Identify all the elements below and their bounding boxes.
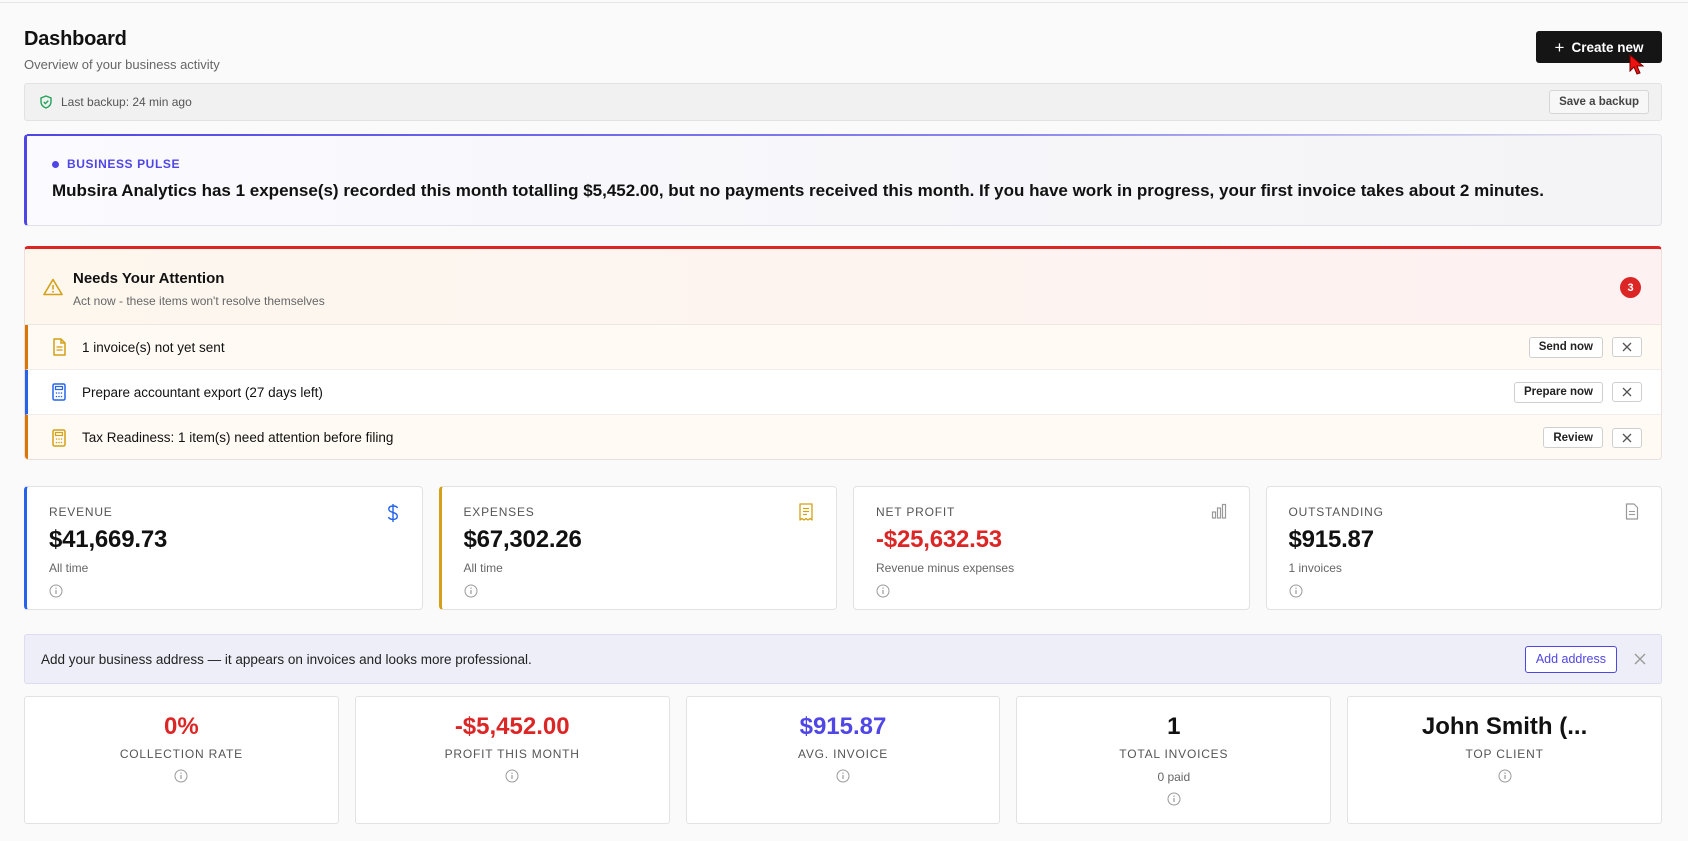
attention-item-actions: Send now	[1528, 336, 1642, 358]
metric-value: $915.87	[799, 713, 887, 740]
attention-header: Needs Your Attention Act now - these ite…	[25, 249, 1661, 325]
stat-label: EXPENSES	[463, 505, 535, 519]
metric-label: TOTAL INVOICES	[1119, 747, 1229, 761]
attention-item-text: Prepare accountant export (27 days left)	[82, 384, 323, 400]
info-icon[interactable]	[1498, 769, 1512, 783]
close-icon	[1622, 433, 1632, 442]
save-backup-button[interactable]: Save a backup	[1549, 90, 1649, 114]
document-icon	[53, 338, 66, 356]
info-icon[interactable]	[876, 584, 890, 598]
top-divider	[0, 2, 1688, 3]
prepare-now-button[interactable]: Prepare now	[1513, 381, 1603, 403]
address-banner: Add your business address — it appears o…	[24, 634, 1662, 684]
attention-item: Tax Readiness: 1 item(s) need attention …	[25, 415, 1661, 459]
metric-value: 1	[1167, 713, 1181, 740]
metric-value: John Smith (...	[1421, 713, 1588, 740]
stat-value: $915.87	[1288, 526, 1375, 553]
info-icon[interactable]	[505, 769, 519, 783]
metric-value: 0%	[164, 713, 199, 740]
calculator-icon	[52, 383, 66, 401]
review-button[interactable]: Review	[1543, 427, 1603, 448]
pulse-message: Mubsira Analytics has 1 expense(s) recor…	[52, 181, 1544, 200]
attention-item: 1 invoice(s) not yet sent Send now	[25, 325, 1661, 370]
add-address-button[interactable]: Add address	[1524, 645, 1617, 673]
stat-value: $67,302.26	[463, 526, 582, 553]
needs-attention-panel: Needs Your Attention Act now - these ite…	[24, 246, 1662, 460]
close-icon	[1622, 387, 1632, 397]
attention-count-badge: 3	[1620, 277, 1641, 298]
dismiss-button[interactable]	[1612, 382, 1642, 402]
stat-label: NET PROFIT	[876, 505, 956, 519]
outstanding-card[interactable]: OUTSTANDING $915.87 1 invoices	[1265, 486, 1662, 610]
create-new-label: Create new	[1571, 39, 1644, 55]
net-profit-card[interactable]: NET PROFIT -$25,632.53 Revenue minus exp…	[853, 486, 1250, 610]
metric-label: COLLECTION RATE	[119, 747, 243, 761]
attention-title: Needs Your Attention	[73, 270, 225, 287]
info-icon[interactable]	[174, 769, 188, 783]
page-subtitle: Overview of your business activity	[24, 57, 220, 72]
stats-row: REVENUE $41,669.73 All time EXPENSES $67…	[24, 486, 1662, 610]
calculator-icon	[52, 428, 66, 447]
warning-icon	[43, 278, 63, 296]
metric-label: TOP CLIENT	[1465, 747, 1544, 761]
attention-item-actions: Prepare now	[1513, 381, 1642, 403]
metric-sub: 0 paid	[1157, 770, 1191, 784]
address-banner-text: Add your business address — it appears o…	[41, 651, 532, 667]
collection-rate-card: 0% COLLECTION RATE	[24, 696, 339, 824]
info-icon[interactable]	[464, 584, 478, 598]
page-title: Dashboard	[24, 28, 127, 50]
stat-sub: All time	[49, 561, 89, 575]
stat-sub: 1 invoices	[1288, 561, 1342, 575]
attention-item-actions: Review	[1543, 427, 1642, 448]
attention-item: Prepare accountant export (27 days left)…	[25, 370, 1661, 415]
mouse-cursor-icon	[1629, 54, 1645, 75]
stat-value: $41,669.73	[49, 526, 168, 553]
attention-item-text: Tax Readiness: 1 item(s) need attention …	[82, 430, 394, 445]
bar-chart-icon	[1211, 503, 1226, 519]
send-now-button[interactable]: Send now	[1528, 336, 1603, 358]
info-icon[interactable]	[1289, 584, 1303, 598]
metrics-row: 0% COLLECTION RATE -$5,452.00 PROFIT THI…	[24, 696, 1662, 824]
backup-bar: Last backup: 24 min ago Save a backup	[24, 83, 1662, 121]
close-icon	[1622, 342, 1632, 352]
page-header: Dashboard Overview of your business acti…	[24, 28, 1662, 74]
dismiss-button[interactable]	[1612, 337, 1642, 357]
stat-sub: Revenue minus expenses	[876, 561, 1015, 575]
receipt-icon	[799, 503, 813, 521]
info-icon[interactable]	[1167, 792, 1181, 806]
metric-value: -$5,452.00	[454, 713, 570, 740]
attention-subtitle: Act now - these items won't resolve them…	[73, 294, 325, 308]
stat-sub: All time	[463, 561, 503, 575]
document-icon	[1625, 503, 1639, 520]
close-icon[interactable]	[1633, 652, 1647, 666]
dollar-icon	[387, 504, 398, 522]
dismiss-button[interactable]	[1612, 427, 1642, 448]
business-pulse-card: BUSINESS PULSE Mubsira Analytics has 1 e…	[24, 134, 1662, 226]
profit-this-month-card: -$5,452.00 PROFIT THIS MONTH	[354, 696, 670, 824]
pulse-tag: BUSINESS PULSE	[52, 157, 1661, 171]
info-icon[interactable]	[49, 584, 63, 598]
plus-icon: +	[1554, 37, 1565, 57]
shield-check-icon	[40, 95, 52, 109]
expenses-card[interactable]: EXPENSES $67,302.26 All time	[438, 486, 837, 610]
metric-label: PROFIT THIS MONTH	[444, 747, 580, 761]
pulse-tag-label: BUSINESS PULSE	[67, 157, 181, 171]
backup-status: Last backup: 24 min ago	[61, 95, 192, 109]
attention-item-text: 1 invoice(s) not yet sent	[82, 339, 225, 355]
stat-label: OUTSTANDING	[1288, 505, 1384, 519]
avg-invoice-card: $915.87 AVG. INVOICE	[685, 696, 1001, 824]
top-client-card: John Smith (... TOP CLIENT	[1347, 696, 1662, 824]
stat-label: REVENUE	[49, 505, 113, 519]
info-icon[interactable]	[836, 769, 850, 783]
total-invoices-card: 1 TOTAL INVOICES 0 paid	[1016, 696, 1332, 824]
stat-value: -$25,632.53	[876, 526, 1002, 553]
pulse-dot-icon	[52, 160, 59, 168]
revenue-card[interactable]: REVENUE $41,669.73 All time	[24, 486, 423, 610]
metric-label: AVG. INVOICE	[797, 747, 889, 761]
